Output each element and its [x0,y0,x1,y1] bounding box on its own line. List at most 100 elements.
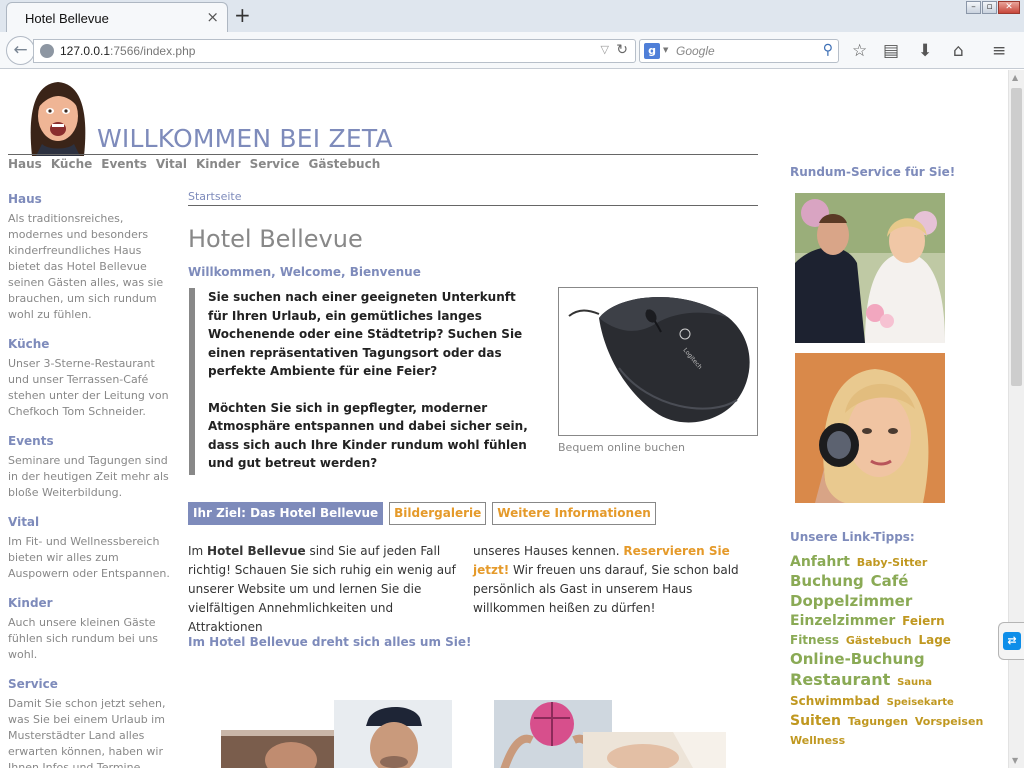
search-engine-dropdown-icon[interactable]: ▼ [663,46,668,54]
tag-link[interactable]: Buchung [790,572,864,590]
tag-link[interactable]: Gästebuch [846,634,912,647]
tag-link[interactable]: Speisekarte [887,697,954,708]
nav-item-vital[interactable]: Vital [156,157,187,171]
sidebar-heading[interactable]: Events [8,434,173,448]
tag-link[interactable]: Online-Buchung [790,650,925,668]
sidebar-text: Damit Sie schon jetzt sehen, was Sie bei… [8,697,166,768]
scroll-down-icon[interactable]: ▼ [1012,756,1018,765]
dropdown-icon[interactable]: ▽ [601,43,609,56]
tag-link[interactable]: Feiern [902,614,945,628]
woman-with-mirror-photo[interactable] [795,353,945,503]
left-sidebar: Haus Als traditionsreiches, modernes und… [8,192,173,768]
tag-link[interactable]: Restaurant [790,670,890,689]
tag-cloud: Anfahrt Baby-Sitter Buchung Café Doppelz… [790,553,1000,750]
tab-close-icon[interactable]: × [206,8,219,26]
teamviewer-icon[interactable]: ⇄ [1003,632,1021,650]
sidebar-section-service: Service Damit Sie schon jetzt sehen, was… [8,677,173,768]
tag-link[interactable]: Anfahrt [790,554,850,570]
tab-hotel-bellevue[interactable]: Ihr Ziel: Das Hotel Bellevue [188,502,384,525]
tag-link[interactable]: Café [871,572,909,590]
photo-people[interactable] [221,730,339,768]
back-arrow-icon[interactable]: ← [6,36,35,65]
breadcrumb[interactable]: Startseite [188,190,242,203]
star-icon[interactable]: ☆ [852,41,867,61]
nav-item-service[interactable]: Service [250,157,300,171]
scroll-up-icon[interactable]: ▲ [1012,73,1018,82]
tag-link[interactable]: Einzelzimmer [790,613,895,629]
download-icon[interactable]: ⬇ [918,41,932,61]
tab-bildergalerie[interactable]: Bildergalerie [389,502,487,525]
tab-weitere-informationen[interactable]: Weitere Informationen [492,502,656,525]
photo-man-with-cap[interactable] [334,700,452,768]
tag-link[interactable]: Baby-Sitter [857,556,928,569]
reload-icon[interactable]: ↻ [616,42,628,58]
tag-link[interactable]: Schwimmbad [790,694,880,708]
web-page: WILLKOMMEN BEI ZETA Haus Küche Events Vi… [0,70,1008,768]
photo-spa[interactable] [583,732,726,768]
minimize-icon[interactable]: – [966,1,981,14]
page-scrollbar[interactable]: ▲ ▼ [1008,70,1024,768]
nav-item-gaestebuch[interactable]: Gästebuch [309,157,381,171]
sidebar-section-events: Events Seminare und Tagungen sind in der… [8,434,173,501]
sidebar-heading[interactable]: Vital [8,515,173,529]
tag-link[interactable]: Wellness [790,734,845,747]
browser-tab[interactable]: Hotel Bellevue × [6,2,228,32]
reading-list-icon[interactable]: ▤ [883,41,899,61]
url-text[interactable]: 127.0.0.1:7566/index.php [60,44,195,58]
maximize-icon[interactable]: ▫ [982,1,997,14]
breadcrumb-divider [188,205,758,206]
tag-link[interactable]: Fitness [790,633,839,647]
link-tips-heading: Unsere Link-Tipps: [790,530,915,544]
sidebar-heading[interactable]: Kinder [8,596,173,610]
tag-link[interactable]: Vorspeisen [915,715,983,728]
sidebar-heading[interactable]: Service [8,677,173,691]
hotel-name: Hotel Bellevue [207,544,306,558]
avatar [22,78,94,156]
new-tab-icon[interactable]: + [234,3,251,27]
tag-link[interactable]: Lage [918,633,950,647]
sidebar-section-haus: Haus Als traditionsreiches, modernes und… [8,192,173,323]
content-column-right: unseres Hauses kennen. Reservieren Sie j… [473,542,758,618]
image-caption: Bequem online buchen [558,441,686,454]
nav-item-kueche[interactable]: Küche [51,157,92,171]
window-controls: – ▫ ✕ [965,1,1020,14]
sidebar-text: Seminare und Tagungen sind in der heutig… [8,454,169,499]
nav-item-events[interactable]: Events [101,157,147,171]
header-divider [8,154,758,155]
sidebar-section-kueche: Küche Unser 3-Sterne-Restaurant und unse… [8,337,173,420]
sidebar-section-vital: Vital Im Fit- und Wellnessbereich bieten… [8,515,173,582]
sidebar-heading[interactable]: Haus [8,192,173,206]
sidebar-text: Auch unsere kleinen Gäste fühlen sich ru… [8,616,159,661]
tagline: Im Hotel Bellevue dreht sich alles um Si… [188,635,472,649]
menu-icon[interactable]: ≡ [992,41,1006,61]
page-title: Hotel Bellevue [188,225,363,253]
text: Wir freuen uns darauf, Sie schon bald pe… [473,563,739,615]
sidebar-heading[interactable]: Küche [8,337,173,351]
nav-item-haus[interactable]: Haus [8,157,42,171]
window-close-icon[interactable]: ✕ [998,1,1020,14]
search-icon[interactable]: ⚲ [823,42,833,58]
url-path: :7566/index.php [110,44,196,58]
teamviewer-widget[interactable]: ⇄ [998,622,1024,660]
scroll-thumb[interactable] [1011,88,1022,386]
tag-link[interactable]: Tagungen [848,715,908,728]
intro-paragraph-1: Sie suchen nach einer geeigneten Unterku… [208,290,523,378]
text: Im [188,544,208,558]
text: unseres Hauses kennen. [473,544,624,558]
url-host: 127.0.0.1 [60,44,111,58]
top-navigation: Haus Küche Events Vital Kinder Service G… [8,157,380,171]
home-icon[interactable]: ⌂ [953,41,964,61]
google-icon[interactable]: g [644,43,660,59]
wedding-photo[interactable] [795,193,945,343]
search-bar[interactable]: g ▼ Google ⚲ [639,39,839,63]
tag-link[interactable]: Sauna [897,677,932,688]
content-tabs: Ihr Ziel: Das Hotel Bellevue Bildergaler… [188,502,656,525]
tag-link[interactable]: Doppelzimmer [790,592,912,610]
site-title: WILLKOMMEN BEI ZETA [97,124,393,153]
computer-mouse-image[interactable]: Logitech [558,287,758,436]
tag-link[interactable]: Suiten [790,713,841,729]
search-input[interactable]: Google [676,44,715,58]
url-bar[interactable]: 127.0.0.1:7566/index.php ▽ ↻ [33,39,636,63]
intro-quote: Sie suchen nach einer geeigneten Unterku… [189,288,535,475]
nav-item-kinder[interactable]: Kinder [196,157,241,171]
